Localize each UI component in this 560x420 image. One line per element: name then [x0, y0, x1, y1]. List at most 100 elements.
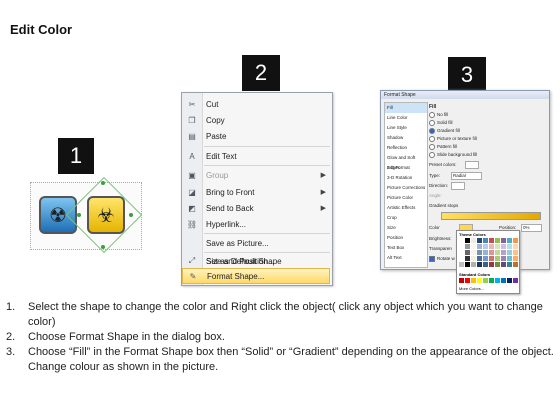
color-swatch[interactable]	[483, 238, 488, 243]
color-swatch[interactable]	[513, 262, 518, 267]
color-swatch[interactable]	[483, 250, 488, 255]
color-swatch[interactable]	[465, 256, 470, 261]
color-swatch[interactable]	[513, 278, 518, 283]
category-picture-color[interactable]: Picture Color	[385, 193, 427, 203]
menu-item-paste[interactable]: ▤ Paste	[182, 128, 332, 144]
category-glow[interactable]: Glow and Soft Edges	[385, 153, 427, 170]
color-swatch[interactable]	[465, 278, 470, 283]
color-swatch[interactable]	[477, 250, 482, 255]
color-swatch[interactable]	[471, 262, 476, 267]
category-3d-format[interactable]: 3-D Format	[385, 163, 427, 173]
color-swatch[interactable]	[489, 238, 494, 243]
selection-handle[interactable]	[101, 245, 105, 249]
color-swatch[interactable]	[489, 262, 494, 267]
position-field[interactable]: 0%	[521, 224, 542, 232]
color-swatch[interactable]	[507, 244, 512, 249]
color-swatch[interactable]	[483, 256, 488, 261]
color-swatch[interactable]	[459, 262, 464, 267]
color-swatch[interactable]	[465, 250, 470, 255]
color-swatch[interactable]	[495, 256, 500, 261]
color-swatch[interactable]	[489, 256, 494, 261]
menu-item-copy[interactable]: ❐ Copy	[182, 112, 332, 128]
color-swatch[interactable]	[501, 250, 506, 255]
color-swatch[interactable]	[459, 256, 464, 261]
color-swatch[interactable]	[507, 262, 512, 267]
color-swatch[interactable]	[465, 262, 470, 267]
category-position[interactable]: Position	[385, 233, 427, 243]
color-swatch[interactable]	[489, 250, 494, 255]
color-swatch[interactable]	[483, 262, 488, 267]
color-swatch[interactable]	[459, 250, 464, 255]
category-shadow[interactable]: Shadow	[385, 133, 427, 143]
color-swatch[interactable]	[507, 238, 512, 243]
category-size[interactable]: Size	[385, 223, 427, 233]
category-reflection[interactable]: Reflection	[385, 143, 427, 153]
color-swatch[interactable]	[501, 238, 506, 243]
radio-no-fill[interactable]: No fill	[429, 112, 448, 118]
color-swatch[interactable]	[477, 256, 482, 261]
menu-item-cut[interactable]: ✂ Cut	[182, 96, 332, 112]
menu-item-format-shape[interactable]: ✎ Format Shape...	[182, 268, 330, 284]
menu-item-size-position[interactable]: ⤢ Size and Position...	[182, 253, 330, 269]
color-swatch[interactable]	[495, 238, 500, 243]
radio-slide-background-fill[interactable]: Slide background fill	[429, 152, 477, 158]
color-swatch[interactable]	[471, 244, 476, 249]
preset-colors-dropdown[interactable]	[465, 161, 479, 169]
color-swatch[interactable]	[471, 238, 476, 243]
selection-handle[interactable]	[129, 213, 133, 217]
menu-item-edit-text[interactable]: A Edit Text	[182, 148, 332, 164]
color-swatch[interactable]	[483, 244, 488, 249]
category-artistic-effects[interactable]: Artistic Effects	[385, 203, 427, 213]
color-swatch[interactable]	[495, 262, 500, 267]
color-swatch[interactable]	[471, 250, 476, 255]
menu-item-bring-to-front[interactable]: ◪ Bring to Front ▶	[182, 184, 332, 200]
color-swatch[interactable]	[513, 250, 518, 255]
selection-handle[interactable]	[77, 213, 81, 217]
color-swatch[interactable]	[471, 256, 476, 261]
menu-item-save-as-picture[interactable]: Save as Picture...	[182, 235, 332, 251]
color-swatch[interactable]	[495, 244, 500, 249]
category-picture-corrections[interactable]: Picture Corrections	[385, 183, 427, 193]
radio-gradient-fill[interactable]: Gradient fill	[429, 128, 460, 134]
biohazard-shape[interactable]: ☣	[87, 196, 125, 234]
menu-item-send-to-back[interactable]: ◩ Send to Back ▶	[182, 200, 332, 216]
rotate-with-shape-checkbox[interactable]: Rotate w	[429, 256, 455, 262]
radio-solid-fill[interactable]: Solid fill	[429, 120, 453, 126]
color-swatch[interactable]	[477, 244, 482, 249]
type-dropdown[interactable]: Radial	[451, 172, 482, 180]
menu-item-hyperlink[interactable]: ⛓ Hyperlink...	[182, 216, 332, 232]
category-text-box[interactable]: Text Box	[385, 243, 427, 253]
color-swatch[interactable]	[465, 244, 470, 249]
category-fill[interactable]: Fill	[385, 103, 427, 113]
color-swatch[interactable]	[459, 278, 464, 283]
color-swatch[interactable]	[477, 238, 482, 243]
category-line-style[interactable]: Line Style	[385, 123, 427, 133]
color-swatch[interactable]	[507, 256, 512, 261]
more-colors-link[interactable]: More Colors...	[459, 286, 484, 291]
direction-dropdown[interactable]	[451, 182, 465, 190]
color-swatch[interactable]	[501, 262, 506, 267]
color-swatch[interactable]	[507, 278, 512, 283]
category-line-color[interactable]: Line Color	[385, 113, 427, 123]
color-swatch[interactable]	[459, 244, 464, 249]
color-swatch[interactable]	[513, 256, 518, 261]
color-swatch[interactable]	[495, 278, 500, 283]
gradient-stop-bar[interactable]	[441, 212, 541, 220]
color-swatch[interactable]	[513, 238, 518, 243]
color-swatch[interactable]	[489, 278, 494, 283]
selection-handle[interactable]	[101, 181, 105, 185]
color-swatch[interactable]	[501, 278, 506, 283]
category-alt-text[interactable]: Alt Text	[385, 253, 427, 263]
radio-picture-fill[interactable]: Picture or texture fill	[429, 136, 477, 142]
color-swatch[interactable]	[507, 250, 512, 255]
category-crop[interactable]: Crop	[385, 213, 427, 223]
color-swatch[interactable]	[489, 244, 494, 249]
menu-item-group[interactable]: ▣ Group ▶	[182, 167, 332, 183]
color-swatch[interactable]	[495, 250, 500, 255]
color-swatch[interactable]	[501, 244, 506, 249]
color-swatch[interactable]	[465, 238, 470, 243]
radio-pattern-fill[interactable]: Pattern fill	[429, 144, 457, 150]
color-swatch[interactable]	[477, 262, 482, 267]
color-swatch[interactable]	[459, 238, 464, 243]
color-swatch[interactable]	[501, 256, 506, 261]
